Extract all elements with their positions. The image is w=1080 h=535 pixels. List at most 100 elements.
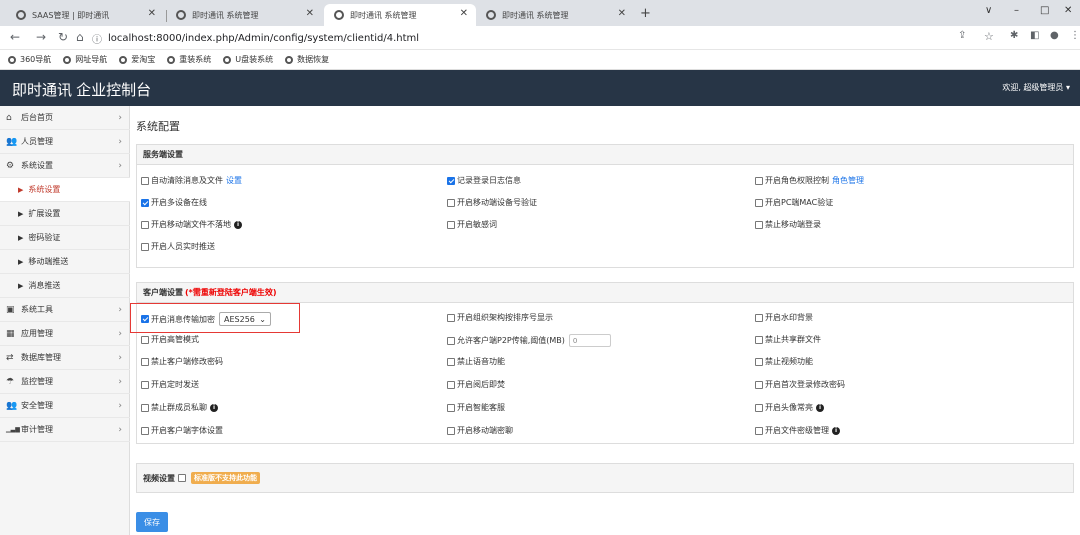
option-mobile-device-verify[interactable]: 开启移动端设备号验证 bbox=[447, 197, 537, 208]
sidebar-item-monitor[interactable]: ☂ 监控管理 › bbox=[0, 370, 130, 394]
checkbox[interactable] bbox=[141, 426, 149, 435]
checkbox[interactable] bbox=[141, 335, 149, 344]
bookmark-item[interactable]: 360导航 bbox=[8, 54, 51, 65]
option-login-log[interactable]: 记录登录日志信息 bbox=[447, 175, 521, 186]
settings-link[interactable]: 设置 bbox=[226, 175, 242, 186]
option-first-login-password[interactable]: 开启首次登录修改密码 bbox=[755, 379, 845, 390]
option-auto-clean[interactable]: 自动清除消息及文件 设置 bbox=[141, 175, 242, 186]
option-org-sort[interactable]: 开启组织架构按排序号显示 bbox=[447, 312, 553, 323]
option-smart-service[interactable]: 开启智能客服 bbox=[447, 402, 505, 413]
info-icon[interactable]: i bbox=[816, 403, 824, 412]
bookmark-item[interactable]: 重装系统 bbox=[167, 54, 211, 65]
sidebar-item-audit[interactable]: ▁▃▆ 审计管理 › bbox=[0, 418, 130, 442]
bookmark-item[interactable]: 数据恢复 bbox=[285, 54, 329, 65]
checkbox[interactable] bbox=[447, 426, 455, 435]
p2p-threshold-input[interactable]: 0 bbox=[568, 334, 611, 347]
option-file-security-level[interactable]: 开启文件密级管理 i bbox=[755, 425, 840, 436]
sidebar-item-database[interactable]: ⇄ 数据库管理 › bbox=[0, 346, 130, 370]
checkbox[interactable] bbox=[141, 220, 149, 229]
option-disable-voice[interactable]: 禁止语音功能 bbox=[447, 356, 505, 367]
profile-icon[interactable]: ● bbox=[1050, 30, 1059, 41]
checkbox[interactable] bbox=[447, 220, 455, 229]
checkbox[interactable] bbox=[755, 220, 763, 229]
option-scheduled-send[interactable]: 开启定时发送 bbox=[141, 379, 199, 390]
checkbox[interactable] bbox=[447, 198, 455, 207]
option-client-font[interactable]: 开启客户端字体设置 bbox=[141, 425, 223, 436]
sidebar-subitem-mobile-push[interactable]: ▶ 移动端推送 bbox=[0, 250, 130, 274]
url-field[interactable]: ⓘ localhost:8000/index.php/Admin/config/… bbox=[92, 29, 972, 47]
option-burn-after-read[interactable]: 开启阅后即焚 bbox=[447, 379, 505, 390]
option-realtime-push[interactable]: 开启人员实时推送 bbox=[141, 241, 215, 252]
reload-icon[interactable]: ↻ bbox=[58, 30, 68, 44]
option-disable-share-group-file[interactable]: 禁止共享群文件 bbox=[755, 334, 821, 345]
minimize-icon[interactable]: – bbox=[1014, 5, 1019, 16]
sidebar-item-tools[interactable]: ▣ 系统工具 › bbox=[0, 298, 130, 322]
sidebar-subitem-system-settings[interactable]: ▶ 系统设置 bbox=[0, 178, 130, 202]
checkbox[interactable] bbox=[755, 426, 763, 435]
option-mobile-file-no-save[interactable]: 开启移动端文件不落地 i bbox=[141, 219, 242, 230]
video-checkbox[interactable] bbox=[178, 474, 186, 482]
info-icon[interactable]: i bbox=[234, 220, 242, 229]
sidebar-item-settings[interactable]: ⚙ 系统设置 › bbox=[0, 154, 130, 178]
checkbox[interactable] bbox=[755, 335, 763, 344]
checkbox[interactable] bbox=[141, 176, 149, 185]
sidebar-subitem-message-push[interactable]: ▶ 消息推送 bbox=[0, 274, 130, 298]
close-tab-icon[interactable]: ✕ bbox=[306, 8, 314, 19]
option-avatar-always-lit[interactable]: 开启头像常亮 i bbox=[755, 402, 824, 413]
sidebar-item-users[interactable]: 👥 人员管理 › bbox=[0, 130, 130, 154]
forward-icon[interactable]: → bbox=[36, 30, 46, 44]
sidepanel-icon[interactable]: ◧ bbox=[1030, 30, 1039, 41]
sidebar-item-apps[interactable]: ▦ 应用管理 › bbox=[0, 322, 130, 346]
close-tab-icon[interactable]: ✕ bbox=[148, 8, 156, 19]
option-watermark[interactable]: 开启水印背景 bbox=[755, 312, 813, 323]
checkbox[interactable] bbox=[755, 313, 763, 322]
checkbox[interactable] bbox=[447, 313, 455, 322]
close-window-icon[interactable]: ✕ bbox=[1064, 5, 1072, 16]
back-icon[interactable]: ← bbox=[10, 30, 20, 44]
sidebar-item-home[interactable]: ⌂ 后台首页 › bbox=[0, 106, 130, 130]
maximize-icon[interactable]: □ bbox=[1040, 5, 1049, 16]
bookmark-item[interactable]: 爱淘宝 bbox=[119, 54, 155, 65]
browser-tab[interactable]: SAAS管理 | 即时通讯 ✕ bbox=[6, 4, 164, 26]
sidebar-subitem-extensions[interactable]: ▶ 扩展设置 bbox=[0, 202, 130, 226]
checkbox[interactable] bbox=[141, 198, 149, 207]
share-icon[interactable]: ⇪ bbox=[958, 30, 966, 41]
option-executive-mode[interactable]: 开启高管模式 bbox=[141, 334, 199, 345]
bookmark-item[interactable]: U盘装系统 bbox=[223, 54, 273, 65]
tab-search-icon[interactable]: ∨ bbox=[985, 5, 992, 16]
checkbox[interactable] bbox=[447, 357, 455, 366]
option-disable-group-private-chat[interactable]: 禁止群成员私聊 i bbox=[141, 402, 218, 413]
browser-tab-active[interactable]: 即时通讯 系统管理 ✕ bbox=[324, 4, 476, 26]
checkbox[interactable] bbox=[755, 176, 763, 185]
option-disable-mobile-login[interactable]: 禁止移动端登录 bbox=[755, 219, 821, 230]
info-icon[interactable]: i bbox=[210, 403, 218, 412]
menu-icon[interactable]: ⋮ bbox=[1070, 30, 1080, 41]
user-menu[interactable]: 欢迎, 超级管理员 ▾ bbox=[1002, 82, 1070, 93]
save-button[interactable]: 保存 bbox=[136, 512, 168, 532]
checkbox[interactable] bbox=[141, 357, 149, 366]
app-brand[interactable]: 即时通讯 企业控制台 bbox=[12, 79, 151, 100]
checkbox[interactable] bbox=[141, 403, 149, 412]
checkbox[interactable] bbox=[755, 403, 763, 412]
option-disable-video[interactable]: 禁止视频功能 bbox=[755, 356, 813, 367]
browser-tab[interactable]: 即时通讯 系统管理 ✕ bbox=[476, 4, 634, 26]
checkbox[interactable] bbox=[447, 336, 455, 345]
info-icon[interactable]: ⓘ bbox=[92, 31, 102, 46]
checkbox[interactable] bbox=[141, 242, 149, 251]
new-tab-button[interactable]: + bbox=[640, 6, 651, 21]
close-tab-icon[interactable]: ✕ bbox=[618, 8, 626, 19]
option-role-permission[interactable]: 开启角色权限控制 角色管理 bbox=[755, 175, 864, 186]
star-icon[interactable]: ☆ bbox=[984, 30, 994, 43]
checkbox[interactable] bbox=[447, 176, 455, 185]
option-pc-mac-verify[interactable]: 开启PC端MAC验证 bbox=[755, 197, 833, 208]
info-icon[interactable]: i bbox=[832, 426, 840, 435]
checkbox[interactable] bbox=[755, 380, 763, 389]
sidebar-subitem-password[interactable]: ▶ 密码验证 bbox=[0, 226, 130, 250]
bookmark-item[interactable]: 网址导航 bbox=[63, 54, 107, 65]
extensions-icon[interactable]: ✱ bbox=[1010, 30, 1018, 41]
sidebar-item-security[interactable]: 👥 安全管理 › bbox=[0, 394, 130, 418]
option-multi-device[interactable]: 开启多设备在线 bbox=[141, 197, 207, 208]
checkbox[interactable] bbox=[141, 380, 149, 389]
role-manage-link[interactable]: 角色管理 bbox=[832, 175, 864, 186]
checkbox[interactable] bbox=[447, 403, 455, 412]
